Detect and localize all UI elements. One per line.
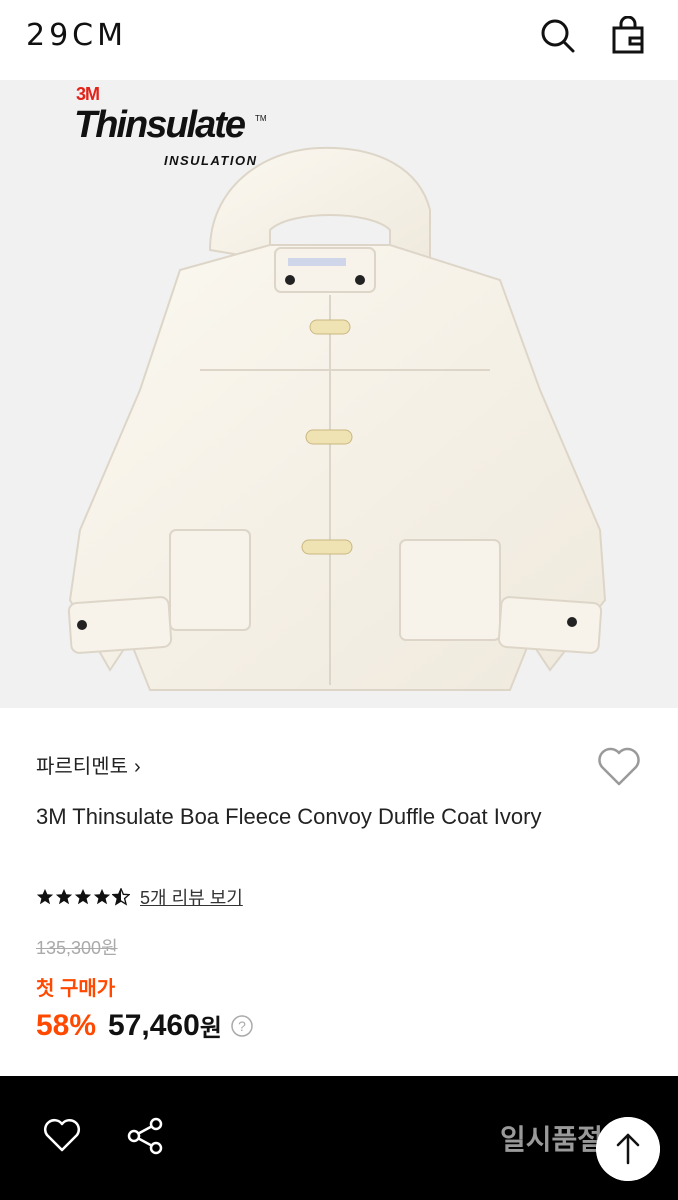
price-row: 58% 57,460 원 ?: [36, 1008, 254, 1043]
shopping-bag-icon[interactable]: [608, 16, 648, 56]
star-icon: [36, 888, 54, 905]
star-icon: [55, 888, 73, 905]
original-price: 135,300원: [36, 938, 118, 958]
help-icon[interactable]: ?: [230, 1014, 254, 1038]
trademark-mark: TM: [255, 114, 267, 123]
currency-unit: 원: [199, 1015, 222, 1042]
svg-text:?: ?: [238, 1018, 246, 1034]
product-title: 3M Thinsulate Boa Fleece Convoy Duffle C…: [36, 804, 542, 829]
star-icon: [93, 888, 111, 905]
app-header: 29CM: [0, 0, 678, 80]
coat-illustration: [67, 146, 607, 691]
soldout-button[interactable]: 일시품절: [500, 1118, 603, 1158]
product-image[interactable]: 3M Thinsulate TM INSULATION: [0, 80, 678, 708]
review-link[interactable]: 5개 리뷰 보기: [140, 884, 243, 910]
share-icon[interactable]: [126, 1116, 166, 1156]
purchase-bar: 일시품절: [0, 1076, 678, 1200]
3m-logo: 3M: [76, 84, 100, 104]
brand-link[interactable]: 파르티멘토 ›: [36, 750, 141, 779]
star-icon: [74, 888, 92, 905]
arrow-up-icon[interactable]: [596, 1117, 660, 1181]
brand-name: 파르티멘토: [36, 756, 128, 778]
first-purchase-label: 첫 구매가: [36, 978, 116, 1000]
sale-price: 57,460: [108, 1008, 200, 1042]
heart-icon[interactable]: [596, 746, 642, 788]
half-star-icon: [112, 888, 130, 906]
chevron-right-icon: ›: [134, 756, 141, 778]
search-icon[interactable]: [538, 16, 578, 56]
rating-row: 5개 리뷰 보기: [36, 885, 243, 909]
discount-rate: 58%: [36, 1008, 97, 1042]
site-logo[interactable]: 29CM: [26, 18, 127, 53]
heart-icon[interactable]: [42, 1116, 82, 1156]
rating-stars: [36, 888, 130, 906]
